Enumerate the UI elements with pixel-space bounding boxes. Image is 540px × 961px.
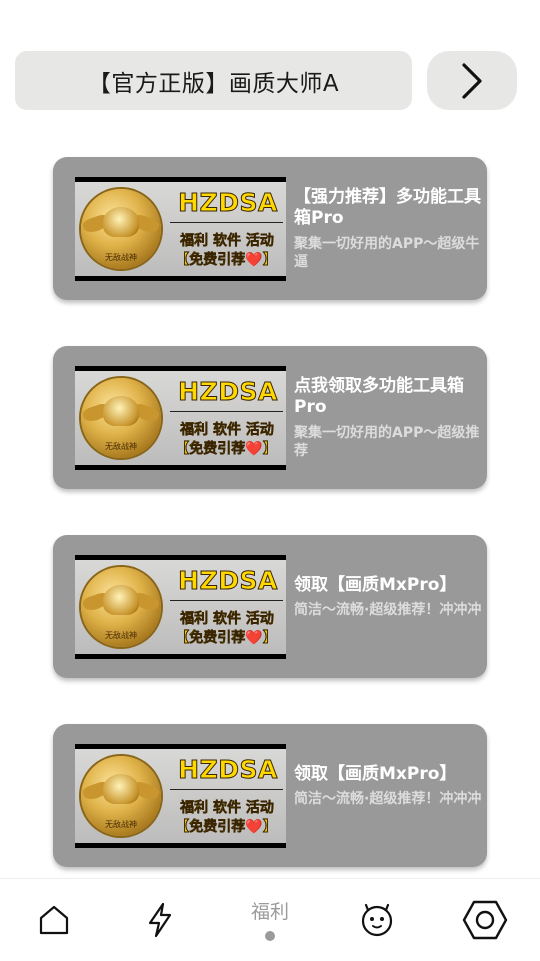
badge-emblem: 无敌战神: [81, 567, 161, 647]
thumbnail-line1: 福利 软件 活动: [180, 422, 274, 439]
card-description: 简洁～流畅·超级推荐！冲冲冲: [294, 791, 482, 807]
thumbnail-line1: 福利 软件 活动: [180, 611, 274, 628]
card-description: 聚集一切好用的APP～超级牛逼: [294, 236, 480, 270]
list-item[interactable]: 无敌战神 HZDSA 福利 软件 活动 【免费引荐❤️】 点我领取多功能工具箱P…: [53, 346, 487, 489]
badge-text: 无敌战神: [105, 253, 137, 262]
nav-profile[interactable]: [341, 879, 413, 961]
home-icon: [39, 905, 69, 935]
app-title-pill[interactable]: 【官方正版】画质大师A: [15, 51, 412, 110]
thumbnail-line2: 【免费引荐❤️】: [175, 630, 277, 647]
bottom-navigation: 福利: [0, 878, 540, 961]
list-item[interactable]: 无敌战神 HZDSA 福利 软件 活动 【免费引荐❤️】 领取【画质MxPro】…: [53, 535, 487, 678]
card-description: 简洁～流畅·超级推荐！冲冲冲: [294, 602, 482, 618]
thumbnail-line2: 【免费引荐❤️】: [175, 441, 277, 458]
thumbnail-line2: 【免费引荐❤️】: [175, 819, 277, 836]
card-title: 领取【画质MxPro】: [294, 764, 457, 784]
badge-emblem: 无敌战神: [81, 189, 161, 269]
top-bar: 【官方正版】画质大师A: [0, 0, 540, 130]
nav-boost[interactable]: [124, 879, 196, 961]
nav-welfare-label: 福利: [250, 901, 289, 923]
lightning-icon: [148, 902, 172, 938]
badge-text: 无敌战神: [105, 820, 137, 829]
badge-emblem: 无敌战神: [81, 756, 161, 836]
card-thumbnail: 无敌战神 HZDSA 福利 软件 活动 【免费引荐❤️】: [75, 177, 286, 281]
nav-settings[interactable]: [449, 879, 521, 961]
card-thumbnail: 无敌战神 HZDSA 福利 软件 活动 【免费引荐❤️】: [75, 744, 286, 848]
card-description: 聚集一切好用的APP～超级推荐: [294, 425, 480, 459]
thumbnail-line2: 【免费引荐❤️】: [175, 252, 277, 269]
face-icon: [361, 903, 393, 937]
thumbnail-title: HZDSA: [178, 377, 278, 407]
card-title: 领取【画质MxPro】: [294, 575, 457, 595]
thumbnail-line1: 福利 软件 活动: [180, 233, 274, 250]
card-thumbnail: 无敌战神 HZDSA 福利 软件 活动 【免费引荐❤️】: [75, 366, 286, 470]
list-item[interactable]: 无敌战神 HZDSA 福利 软件 活动 【免费引荐❤️】 【强力推荐】多功能工具…: [53, 157, 487, 300]
chevron-right-icon: [462, 62, 482, 99]
nav-home[interactable]: [18, 879, 90, 961]
thumbnail-title: HZDSA: [178, 188, 278, 218]
card-thumbnail: 无敌战神 HZDSA 福利 软件 活动 【免费引荐❤️】: [75, 555, 286, 659]
thumbnail-line1: 福利 软件 活动: [180, 800, 274, 817]
card-title: 点我领取多功能工具箱Pro: [294, 376, 464, 417]
active-indicator-dot: [265, 931, 275, 941]
thumbnail-title: HZDSA: [178, 755, 278, 785]
card-title: 【强力推荐】多功能工具箱Pro: [294, 187, 481, 228]
settings-hexagon-icon: [462, 900, 508, 940]
badge-text: 无敌战神: [105, 442, 137, 451]
thumbnail-title: HZDSA: [178, 566, 278, 596]
badge-emblem: 无敌战神: [81, 378, 161, 458]
badge-text: 无敌战神: [105, 631, 137, 640]
nav-welfare[interactable]: 福利: [234, 879, 306, 961]
app-title: 【官方正版】画质大师A: [87, 70, 340, 97]
list-item[interactable]: 无敌战神 HZDSA 福利 软件 活动 【免费引荐❤️】 领取【画质MxPro】…: [53, 724, 487, 867]
next-button[interactable]: [427, 51, 517, 110]
